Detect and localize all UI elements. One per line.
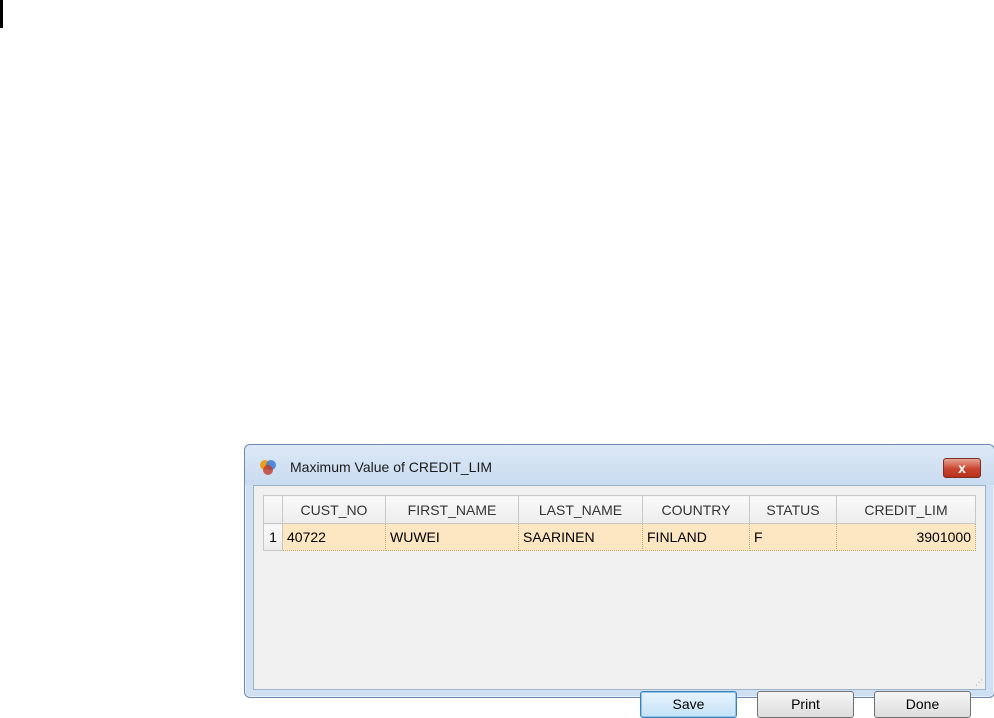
close-button[interactable]: x — [943, 458, 981, 478]
corner-cell[interactable] — [263, 495, 283, 524]
dialog-body: CUST_NO FIRST_NAME LAST_NAME COUNTRY STA… — [253, 485, 986, 718]
close-icon: x — [958, 460, 966, 476]
app-icon — [260, 460, 276, 475]
save-button[interactable]: Save — [640, 691, 737, 718]
grid-header-row: CUST_NO FIRST_NAME LAST_NAME COUNTRY STA… — [263, 495, 976, 524]
result-dialog: Maximum Value of CREDIT_LIM x CUST_NO FI… — [244, 444, 994, 718]
column-header[interactable]: LAST_NAME — [518, 495, 643, 524]
text-cursor-mark — [0, 0, 3, 28]
cell-country[interactable]: FINLAND — [642, 523, 750, 551]
column-header[interactable]: FIRST_NAME — [385, 495, 519, 524]
row-number[interactable]: 1 — [263, 523, 283, 551]
results-grid: CUST_NO FIRST_NAME LAST_NAME COUNTRY STA… — [263, 495, 976, 551]
table-row[interactable]: 1 40722 WUWEI SAARINEN FINLAND F 3901000 — [263, 523, 976, 551]
cell-last-name[interactable]: SAARINEN — [518, 523, 643, 551]
column-header[interactable]: CUST_NO — [282, 495, 386, 524]
done-button[interactable]: Done — [874, 691, 971, 718]
column-header[interactable]: CREDIT_LIM — [836, 495, 976, 524]
column-header[interactable]: COUNTRY — [642, 495, 750, 524]
cell-credit-lim[interactable]: 3901000 — [836, 523, 976, 551]
column-header[interactable]: STATUS — [749, 495, 837, 524]
title-bar[interactable]: Maximum Value of CREDIT_LIM x — [245, 445, 994, 485]
cell-status[interactable]: F — [749, 523, 837, 551]
resize-grip-icon[interactable]: ⋰ — [975, 679, 983, 687]
cell-first-name[interactable]: WUWEI — [385, 523, 519, 551]
print-button[interactable]: Print — [757, 691, 854, 718]
cell-cust-no[interactable]: 40722 — [282, 523, 386, 551]
window-title: Maximum Value of CREDIT_LIM — [290, 459, 493, 475]
